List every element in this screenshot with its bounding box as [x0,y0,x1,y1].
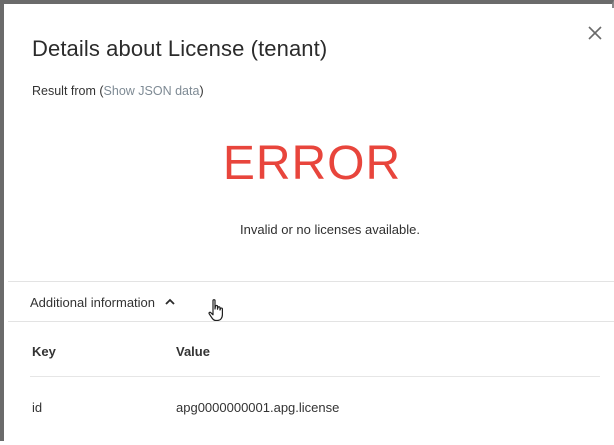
result-prefix: Result from ( [32,84,104,98]
chevron-up-icon[interactable] [164,296,176,308]
table-header-divider [30,376,600,377]
result-source-line: Result from (Show JSON data) [32,84,204,98]
additional-information-label: Additional information [30,294,156,310]
window-frame: Details about License (tenant) Result fr… [0,0,614,445]
additional-information-toggle[interactable]: Additional information [30,292,176,312]
table-header-value: Value [176,344,210,359]
table-cell-key: id [32,400,43,415]
section-divider [8,321,614,322]
close-button[interactable] [584,22,606,44]
section-divider [8,281,614,282]
license-details-dialog: Details about License (tenant) Result fr… [8,8,614,445]
error-message: Invalid or no licenses available. [240,222,420,237]
table-header-key: Key [32,344,56,359]
error-heading: ERROR [222,137,402,190]
close-icon [588,26,602,40]
table-cell-value: apg0000000001.apg.license [176,400,340,415]
result-suffix: ) [199,84,204,98]
show-json-link[interactable]: Show JSON data [104,84,200,98]
dialog-title: Details about License (tenant) [32,36,328,61]
